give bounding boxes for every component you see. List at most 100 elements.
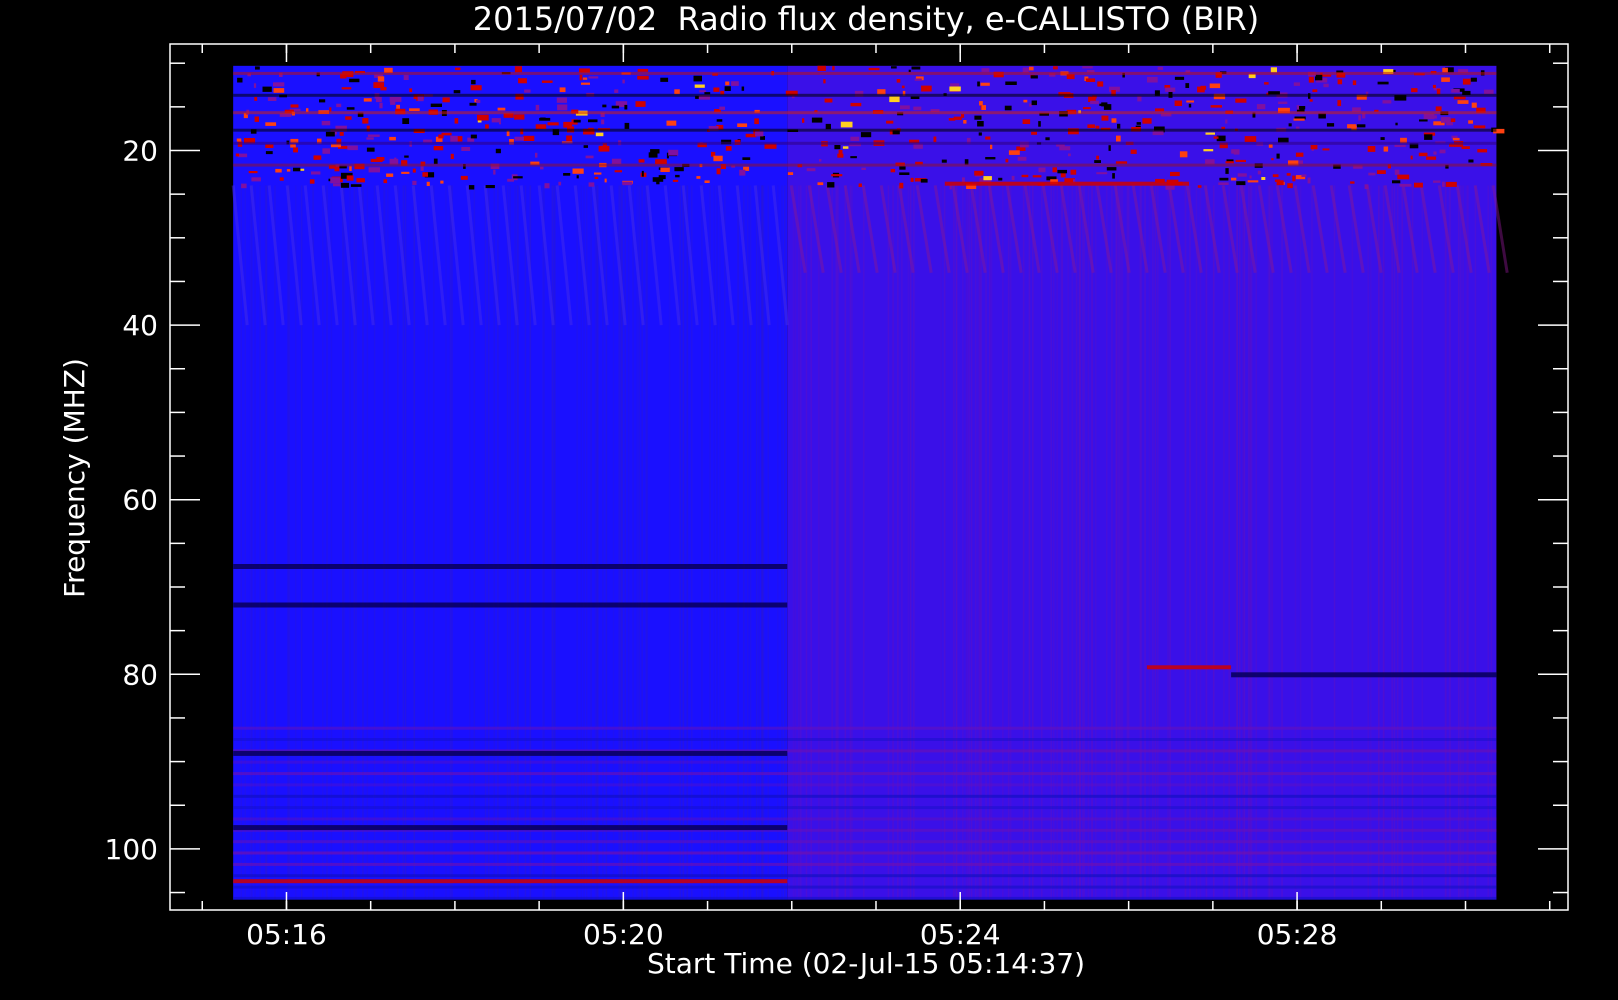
heatmap-cell — [850, 156, 857, 159]
heatmap-cell — [350, 184, 362, 187]
heatmap-cell — [1426, 156, 1437, 160]
heatmap-streak — [985, 185, 987, 900]
heatmap-cell — [611, 105, 620, 109]
heatmap-line — [233, 794, 1497, 798]
heatmap-cell — [1155, 108, 1165, 112]
heatmap-streak — [1152, 185, 1154, 900]
heatmap-cell — [755, 130, 764, 137]
heatmap-cell — [1414, 182, 1423, 188]
heatmap-streak — [1271, 185, 1273, 900]
heatmap-streak — [794, 185, 797, 900]
heatmap-cell — [1011, 175, 1015, 180]
heatmap-cell — [273, 82, 285, 87]
heatmap-dark-band — [233, 750, 788, 756]
heatmap-cell — [1029, 103, 1032, 107]
heatmap-cell — [1272, 174, 1279, 178]
heatmap-cell — [624, 104, 628, 110]
heatmap-streak — [1460, 185, 1462, 900]
heatmap-cell — [1307, 177, 1311, 184]
heatmap-streak — [594, 185, 597, 900]
heatmap-cell — [983, 176, 992, 181]
heatmap-streak — [913, 185, 915, 900]
heatmap-cell — [1394, 144, 1406, 147]
heatmap-cell — [1174, 100, 1182, 106]
heatmap-streak — [679, 185, 682, 900]
heatmap-cell — [248, 171, 258, 174]
heatmap-cell — [523, 135, 535, 141]
heatmap-cell — [319, 99, 326, 103]
heatmap-cell — [694, 84, 705, 88]
heatmap-cell — [1004, 105, 1012, 111]
heatmap-cell — [262, 86, 272, 92]
heatmap-cell — [1445, 181, 1457, 187]
heatmap-cell — [889, 96, 900, 103]
heatmap-streak — [524, 185, 527, 900]
heatmap-cell — [433, 158, 438, 165]
heatmap-cell — [899, 172, 910, 175]
heatmap-cell — [386, 173, 394, 177]
heatmap-cell — [1257, 170, 1261, 175]
heatmap-streak — [979, 185, 981, 900]
heatmap-cell — [910, 96, 920, 99]
heatmap-cell — [390, 99, 396, 105]
heatmap-cell — [635, 101, 646, 107]
heatmap-streak — [1140, 185, 1143, 900]
heatmap-streak — [1119, 185, 1121, 900]
heatmap-cell — [1188, 103, 1192, 108]
heatmap-cell — [1441, 77, 1450, 82]
heatmap-cell — [1032, 175, 1042, 178]
heatmap-cell — [1410, 155, 1413, 160]
heatmap-cell — [514, 114, 525, 120]
heatmap-cell — [383, 179, 388, 184]
heatmap-cell — [1005, 158, 1009, 163]
heatmap-cell — [877, 89, 886, 95]
heatmap-cell — [356, 178, 365, 183]
heatmap-cell — [1423, 113, 1435, 120]
heatmap-cell — [1137, 96, 1142, 102]
heatmap-line — [233, 851, 1497, 855]
heatmap-line — [233, 71, 1497, 75]
heatmap-line — [233, 738, 1497, 741]
heatmap-cell — [265, 144, 274, 148]
heatmap-cell — [1264, 82, 1269, 85]
heatmap-cell — [518, 78, 527, 84]
heatmap-cell — [977, 121, 984, 127]
y-axis-label: Frequency (MHZ) — [58, 358, 91, 598]
heatmap-streak — [691, 185, 693, 900]
heatmap-streak — [1255, 185, 1257, 900]
heatmap-streak — [1213, 185, 1215, 900]
heatmap-cell — [251, 177, 261, 182]
heatmap-cell — [1236, 181, 1246, 186]
heatmap-cell — [831, 174, 843, 177]
heatmap-cell — [588, 119, 598, 123]
heatmap-cell — [979, 101, 983, 106]
heatmap-cell — [497, 107, 506, 111]
heatmap-cell — [513, 176, 523, 179]
heatmap-streak — [1382, 185, 1385, 900]
heatmap-cell — [1225, 168, 1229, 174]
heatmap-streak — [1007, 185, 1010, 900]
heatmap-dark-band — [1231, 672, 1497, 678]
heatmap-streak — [1369, 185, 1372, 900]
heatmap-streak — [1205, 185, 1207, 900]
heatmap-cell — [401, 171, 410, 174]
heatmap-cell — [339, 132, 344, 136]
heatmap-streak — [953, 185, 955, 900]
heatmap-cell — [366, 147, 375, 152]
heatmap-streak — [433, 185, 435, 900]
heatmap-cell — [349, 78, 360, 83]
heatmap-cell — [540, 166, 544, 170]
heatmap-streak — [553, 185, 555, 900]
heatmap-cell — [614, 170, 622, 173]
heatmap-streak — [1184, 185, 1186, 900]
heatmap-cell — [941, 159, 947, 163]
heatmap-cell — [787, 172, 794, 175]
heatmap-cell — [840, 121, 853, 128]
heatmap-line — [233, 874, 1497, 878]
heatmap-cell — [409, 108, 420, 111]
heatmap-cell — [1347, 124, 1357, 129]
heatmap-cell — [933, 136, 937, 143]
heatmap-cell — [842, 146, 849, 149]
heatmap-cell — [1368, 172, 1376, 176]
heatmap-cell — [1433, 151, 1437, 155]
